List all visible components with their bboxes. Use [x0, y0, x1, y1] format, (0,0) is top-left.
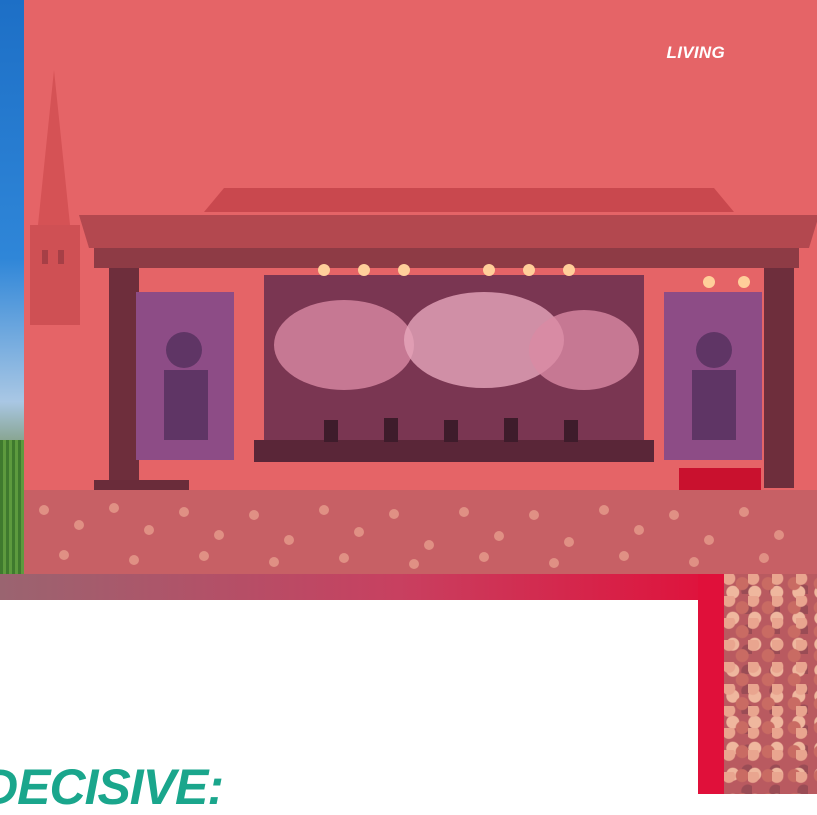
headline: DECISIVE:	[0, 759, 224, 815]
stage-roof	[79, 215, 817, 248]
sponsor-sign	[679, 468, 761, 492]
accent-bar-right	[698, 574, 724, 794]
concert-illustration	[24, 70, 817, 574]
church-spire	[38, 70, 70, 225]
field-strip	[0, 440, 24, 574]
crowd-continuation	[724, 574, 817, 794]
concert-photo: LIVING	[24, 0, 817, 574]
adjacent-photo-edge	[0, 0, 24, 574]
building-roof	[204, 188, 734, 212]
church-tower	[30, 225, 80, 325]
accent-bar-top	[0, 574, 724, 600]
section-label: LIVING	[666, 43, 725, 62]
